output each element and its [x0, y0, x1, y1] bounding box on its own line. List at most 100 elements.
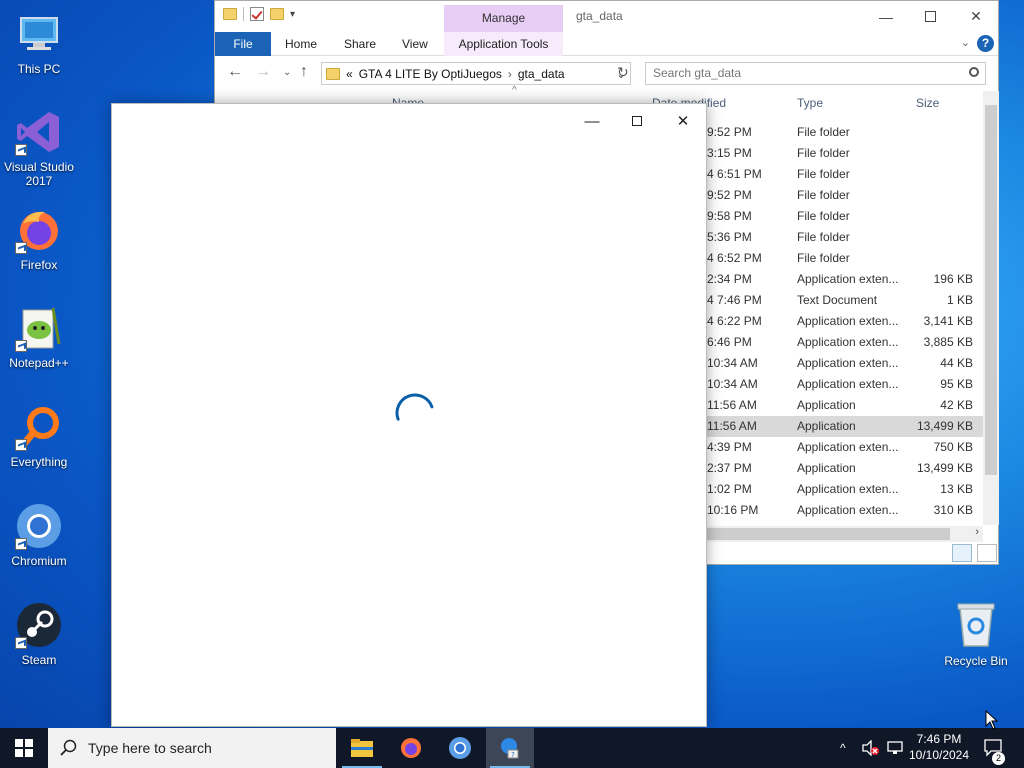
minimize-button[interactable]: — — [863, 1, 909, 32]
show-hidden-icons-icon[interactable]: ^ — [840, 728, 846, 768]
vertical-scrollbar[interactable] — [983, 91, 999, 525]
chromium-icon — [15, 502, 63, 550]
desktop-icon-visual-studio[interactable]: Visual Studio 2017 — [2, 102, 76, 192]
file-type: File folder — [797, 188, 850, 202]
file-date-modified: 10:34 AM — [707, 356, 758, 370]
file-row[interactable]: 2:34 PM Application exten... 196 KB — [705, 269, 985, 290]
system-clock[interactable]: 7:46 PM 10/10/2024 — [900, 731, 978, 763]
maximize-button[interactable] — [907, 1, 953, 32]
start-button[interactable] — [0, 728, 48, 768]
shortcut-arrow-icon — [15, 538, 27, 550]
file-row[interactable]: 5:36 PM File folder — [705, 227, 985, 248]
file-row[interactable]: 4 6:51 PM File folder — [705, 164, 985, 185]
tab-application-tools[interactable]: Application Tools — [444, 32, 563, 56]
file-date-modified: 4 7:46 PM — [707, 293, 762, 307]
file-date-modified: 9:52 PM — [707, 188, 752, 202]
properties-icon[interactable] — [250, 7, 264, 21]
file-row[interactable]: 9:58 PM File folder — [705, 206, 985, 227]
file-date-modified: 9:58 PM — [707, 209, 752, 223]
maximize-button[interactable] — [622, 110, 652, 132]
clock-date: 10/10/2024 — [908, 748, 970, 762]
volume-muted-icon[interactable] — [862, 728, 880, 768]
desktop-icon-this-pc[interactable]: This PC — [2, 4, 76, 94]
taskbar-search-box[interactable]: Type here to search — [48, 728, 336, 768]
file-row[interactable]: 6:46 PM Application exten... 3,885 KB — [705, 332, 985, 353]
taskbar-app-chromium[interactable] — [436, 728, 484, 768]
manage-context-tab[interactable]: Manage — [444, 5, 563, 32]
customize-toolbar-icon[interactable]: ▾ — [290, 9, 295, 20]
breadcrumb-item[interactable]: gta_data — [518, 67, 565, 81]
scrollbar-thumb[interactable] — [985, 105, 997, 475]
refresh-icon[interactable]: ↻ — [617, 64, 629, 81]
shortcut-arrow-icon — [15, 439, 27, 451]
file-row[interactable]: 9:52 PM File folder — [705, 185, 985, 206]
action-center-button[interactable]: 2 — [982, 728, 1006, 768]
tab-view[interactable]: View — [402, 32, 428, 56]
file-row[interactable]: 10:34 AM Application exten... 44 KB — [705, 353, 985, 374]
file-row[interactable]: 10:16 PM Application exten... 310 KB — [705, 500, 985, 521]
file-type: Application exten... — [797, 272, 899, 286]
tab-home[interactable]: Home — [285, 32, 317, 56]
up-arrow-icon[interactable]: ↑ — [300, 63, 308, 81]
file-date-modified: 2:37 PM — [707, 461, 752, 475]
tab-share[interactable]: Share — [344, 32, 376, 56]
file-type: Application exten... — [797, 377, 899, 391]
address-bar[interactable]: « GTA 4 LITE By OptiJuegos › gta_data ⌄ — [321, 62, 631, 85]
file-list: 9:52 PM File folder 3:15 PM File folder 4 6:… — [705, 122, 985, 521]
file-row[interactable]: 1:02 PM Application exten... 13 KB — [705, 479, 985, 500]
file-row[interactable]: 4 7:46 PM Text Document 1 KB — [705, 290, 985, 311]
file-row[interactable]: 9:52 PM File folder — [705, 122, 985, 143]
taskbar-app-setup[interactable]: ? — [486, 728, 534, 768]
notepad-plus-plus-icon — [15, 304, 63, 352]
desktop-icon-firefox[interactable]: Firefox — [2, 200, 76, 290]
search-icon — [969, 67, 979, 77]
close-icon: ✕ — [970, 8, 982, 24]
file-size: 310 KB — [933, 503, 973, 517]
column-header-type[interactable]: Type — [797, 91, 823, 115]
file-row[interactable]: 11:56 AM Application 42 KB — [705, 395, 985, 416]
new-folder-icon[interactable] — [270, 8, 284, 20]
taskbar-app-firefox[interactable] — [387, 728, 435, 768]
expand-ribbon-icon[interactable]: ⌄ — [961, 36, 970, 49]
close-button[interactable]: ✕ — [668, 110, 698, 132]
back-arrow-icon[interactable]: ← — [227, 63, 243, 81]
file-date-modified: 2:34 PM — [707, 272, 752, 286]
file-date-modified: 5:36 PM — [707, 230, 752, 244]
file-row[interactable]: 4:39 PM Application exten... 750 KB — [705, 437, 985, 458]
scroll-right-icon[interactable]: › — [975, 526, 979, 538]
file-row[interactable]: 11:56 AM Application 13,499 KB — [705, 416, 985, 437]
file-row[interactable]: 3:15 PM File folder — [705, 143, 985, 164]
taskbar-app-file-explorer[interactable] — [338, 728, 386, 768]
forward-arrow-icon[interactable]: → — [255, 63, 271, 81]
details-view-icon[interactable] — [952, 544, 972, 562]
svg-text:?: ? — [511, 751, 515, 759]
desktop-icon-chromium[interactable]: Chromium — [2, 496, 76, 586]
recent-locations-icon[interactable]: ⌄ — [283, 67, 291, 78]
file-row[interactable]: 4 6:22 PM Application exten... 3,141 KB — [705, 311, 985, 332]
large-icons-view-icon[interactable] — [977, 544, 998, 562]
minimize-button[interactable]: — — [577, 110, 607, 132]
column-header-size[interactable]: Size — [916, 91, 939, 115]
sort-ascending-icon: ^ — [512, 85, 517, 96]
clock-time: 7:46 PM — [916, 732, 962, 746]
breadcrumb-overflow[interactable]: « — [346, 67, 353, 81]
help-icon[interactable]: ? — [977, 35, 994, 52]
desktop-icon-everything[interactable]: Everything — [2, 397, 76, 487]
desktop-icon-notepad-plus-plus[interactable]: Notepad++ — [2, 298, 76, 388]
minimize-icon: — — [879, 8, 893, 25]
file-type: Application exten... — [797, 356, 899, 370]
search-input[interactable]: Search gta_data — [645, 62, 986, 85]
desktop-icon-steam[interactable]: Steam — [2, 595, 76, 685]
breadcrumb-item[interactable]: GTA 4 LITE By OptiJuegos — [359, 67, 502, 81]
title-bar[interactable]: ▾ Manage gta_data — ✕ — [215, 1, 998, 32]
scrollbar-thumb[interactable] — [705, 528, 950, 540]
file-row[interactable]: 2:37 PM Application 13,499 KB — [705, 458, 985, 479]
file-row[interactable]: 4 6:52 PM File folder — [705, 248, 985, 269]
breadcrumb-separator-icon[interactable]: › — [508, 67, 512, 81]
file-size: 13,499 KB — [916, 461, 973, 475]
close-button[interactable]: ✕ — [953, 1, 999, 32]
tab-file[interactable]: File — [215, 32, 271, 56]
horizontal-scrollbar[interactable]: › — [705, 526, 983, 542]
desktop-icon-recycle-bin[interactable]: Recycle Bin — [940, 600, 1012, 680]
file-row[interactable]: 10:34 AM Application exten... 95 KB — [705, 374, 985, 395]
